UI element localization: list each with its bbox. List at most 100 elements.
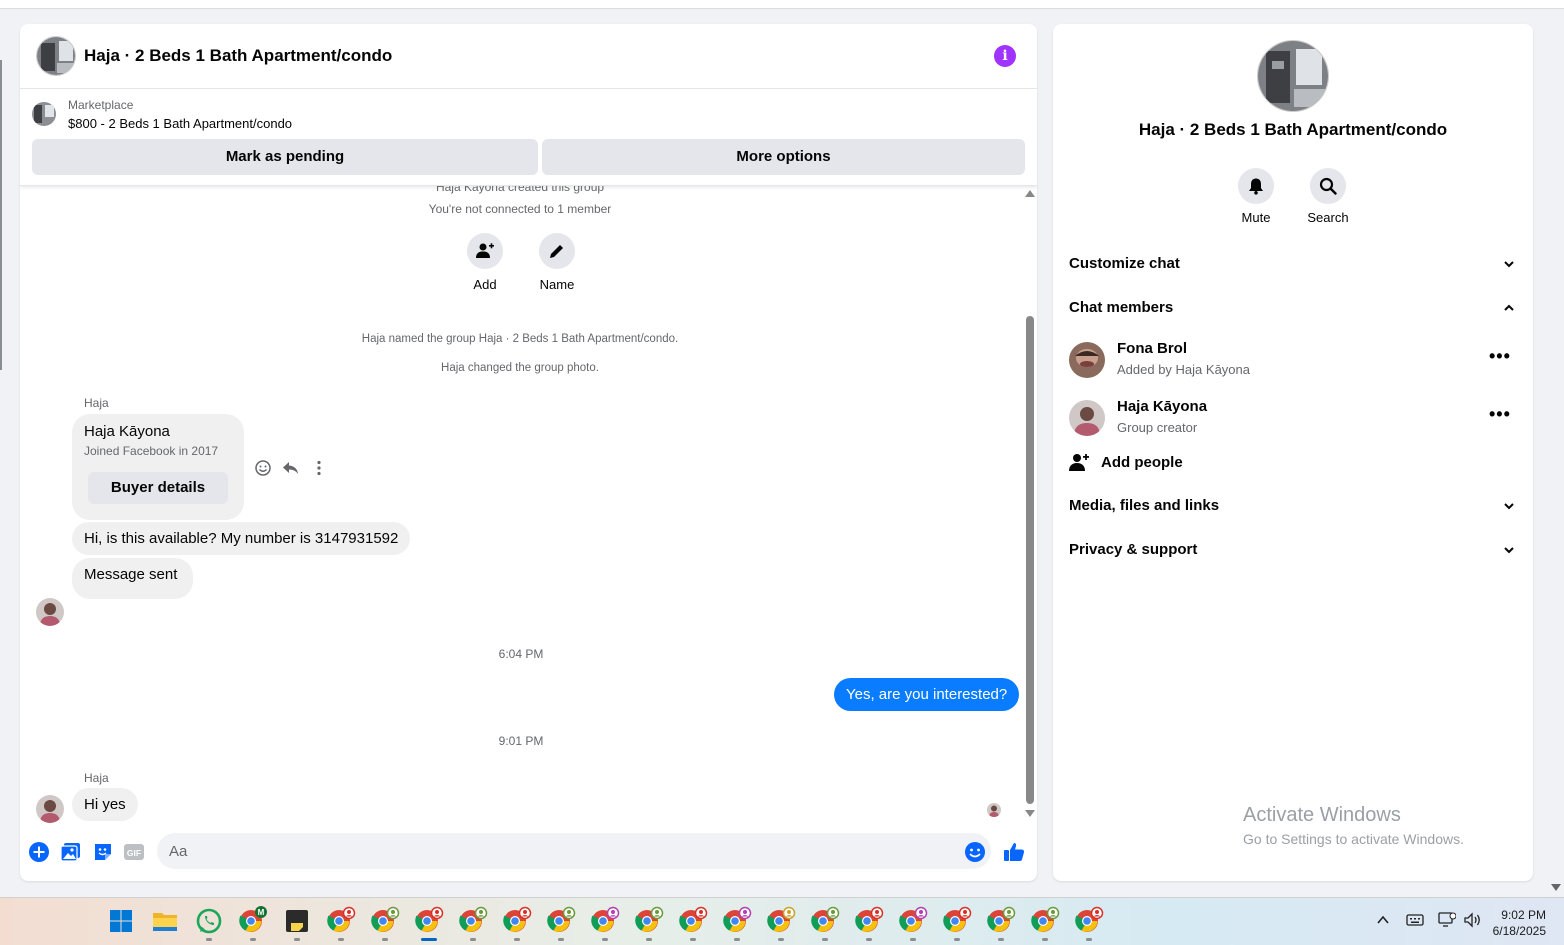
volume-icon[interactable] [1464, 911, 1482, 933]
chat-header: Haja · 2 Beds 1 Bath Apartment/condo i [20, 24, 1037, 89]
info-icon[interactable]: i [994, 45, 1016, 67]
clock-date: 6/18/2025 [1492, 924, 1546, 938]
timestamp: 9:01 PM [498, 734, 544, 748]
listing-title[interactable]: $800 - 2 Beds 1 Bath Apartment/condo [68, 116, 292, 131]
member-avatar[interactable] [1069, 342, 1105, 378]
add-member-action[interactable]: Add [455, 233, 515, 292]
chrome-profile-icon[interactable] [942, 906, 972, 936]
emoji-react-icon[interactable] [254, 459, 272, 482]
member-row[interactable]: Haja Kāyona Group creator ••• [1053, 394, 1533, 450]
outgoing-message[interactable]: Yes, are you interested? [834, 678, 1020, 711]
sender-avatar[interactable] [36, 795, 64, 823]
chrome-profile-icon[interactable] [766, 906, 796, 936]
chevron-down-icon [1503, 499, 1515, 517]
incoming-message[interactable]: Hi, is this available? My number is 3147… [72, 522, 411, 555]
emoji-icon[interactable] [964, 841, 986, 863]
sticker-icon[interactable] [92, 841, 114, 863]
message-input[interactable] [157, 833, 991, 869]
running-indicator [206, 938, 212, 941]
chevron-up-icon[interactable] [1376, 913, 1390, 932]
scroll-down-arrow[interactable] [1025, 810, 1035, 817]
timestamp: 6:04 PM [498, 647, 544, 661]
running-indicator [514, 938, 520, 941]
chat-members-section[interactable]: Chat members [1053, 288, 1533, 328]
chrome-profile-icon[interactable] [898, 906, 928, 936]
member-more-icon[interactable]: ••• [1489, 346, 1511, 367]
thumbs-up-icon[interactable] [1003, 841, 1025, 863]
running-indicator [1086, 938, 1092, 941]
chrome-profile-icon[interactable] [546, 906, 576, 936]
listing-thumbnail[interactable] [32, 102, 56, 126]
plus-circle-icon[interactable] [28, 841, 50, 863]
privacy-support-section[interactable]: Privacy & support [1053, 530, 1533, 570]
name-group-action[interactable]: Name [527, 233, 587, 292]
add-person-icon[interactable] [467, 233, 503, 269]
whatsapp-icon[interactable] [194, 906, 224, 936]
group-name: Haja · 2 Beds 1 Bath Apartment/condo [1138, 120, 1448, 139]
message-scrollbar[interactable] [1023, 186, 1037, 831]
reply-icon[interactable] [282, 459, 300, 482]
taskbar: M 9:02 PM 6/18/2025 [0, 897, 1564, 945]
chrome-profile-icon[interactable] [986, 906, 1016, 936]
member-subtitle: Added by Haja Kāyona [1117, 362, 1250, 377]
chrome-profile-icon[interactable]: M [238, 906, 268, 936]
chrome-profile-icon[interactable] [370, 906, 400, 936]
chrome-profile-icon[interactable] [854, 906, 884, 936]
scroll-thumb[interactable] [1026, 316, 1034, 804]
chrome-profile-icon[interactable] [414, 906, 444, 936]
running-indicator [690, 938, 696, 941]
buyer-details-button[interactable]: Buyer details [88, 472, 228, 504]
chevron-down-icon [1503, 543, 1515, 561]
add-people-button[interactable]: Add people [1053, 448, 1533, 478]
chrome-profile-icon[interactable] [722, 906, 752, 936]
group-named-notice: Haja named the group Haja · 2 Beds 1 Bat… [361, 333, 679, 345]
gif-icon[interactable]: GIF [123, 841, 145, 863]
pencil-icon[interactable] [539, 233, 575, 269]
chrome-profile-icon[interactable] [590, 906, 620, 936]
search-label: Search [1307, 210, 1349, 225]
member-subtitle: Group creator [1117, 420, 1198, 435]
media-files-section[interactable]: Media, files and links [1053, 486, 1533, 526]
member-avatar[interactable] [1069, 400, 1105, 436]
running-indicator [910, 938, 916, 941]
page-scroll-down-arrow[interactable] [1551, 884, 1561, 891]
keyboard-icon[interactable] [1406, 913, 1424, 932]
running-indicator [470, 938, 476, 941]
group-avatar-large[interactable] [1257, 40, 1329, 112]
photo-icon[interactable] [60, 841, 82, 863]
member-row[interactable]: Fona Brol Added by Haja Kāyona ••• [1053, 336, 1533, 392]
running-indicator [250, 938, 256, 941]
member-more-icon[interactable]: ••• [1489, 404, 1511, 425]
chrome-profile-icon[interactable] [502, 906, 532, 936]
mute-action[interactable]: Mute [1221, 168, 1291, 225]
chrome-profile-icon[interactable] [678, 906, 708, 936]
group-avatar[interactable] [36, 36, 76, 76]
more-vertical-icon[interactable] [310, 459, 328, 482]
add-people-label: Add people [1101, 454, 1183, 471]
windows-start-icon[interactable] [106, 906, 136, 936]
network-icon[interactable] [1438, 911, 1457, 933]
sticky-notes-icon[interactable] [282, 906, 312, 936]
chrome-profile-icon[interactable] [634, 906, 664, 936]
taskbar-clock[interactable]: 9:02 PM 6/18/2025 [1482, 907, 1546, 939]
chrome-profile-icon[interactable] [326, 906, 356, 936]
bell-icon[interactable] [1238, 168, 1274, 204]
chat-title[interactable]: Haja · 2 Beds 1 Bath Apartment/condo [84, 46, 392, 66]
file-explorer-icon[interactable] [150, 906, 180, 936]
customize-chat-label: Customize chat [1069, 255, 1180, 272]
chrome-profile-icon[interactable] [1030, 906, 1060, 936]
incoming-message[interactable]: Hi yes [72, 788, 138, 821]
more-options-button[interactable]: More options [542, 139, 1025, 175]
sender-avatar[interactable] [36, 598, 64, 626]
group-created-notice: Haja Kāyona created this group [435, 186, 605, 194]
customize-chat-section[interactable]: Customize chat [1053, 244, 1533, 284]
search-icon[interactable] [1310, 168, 1346, 204]
whatsapp-badge-label: M [258, 908, 265, 917]
chrome-profile-icon[interactable] [458, 906, 488, 936]
scroll-up-arrow[interactable] [1025, 190, 1035, 197]
chrome-profile-icon[interactable] [810, 906, 840, 936]
chrome-profile-icon[interactable] [1074, 906, 1104, 936]
mark-as-pending-button[interactable]: Mark as pending [32, 139, 538, 175]
incoming-message[interactable]: Message sent [72, 558, 194, 599]
search-action[interactable]: Search [1293, 168, 1363, 225]
